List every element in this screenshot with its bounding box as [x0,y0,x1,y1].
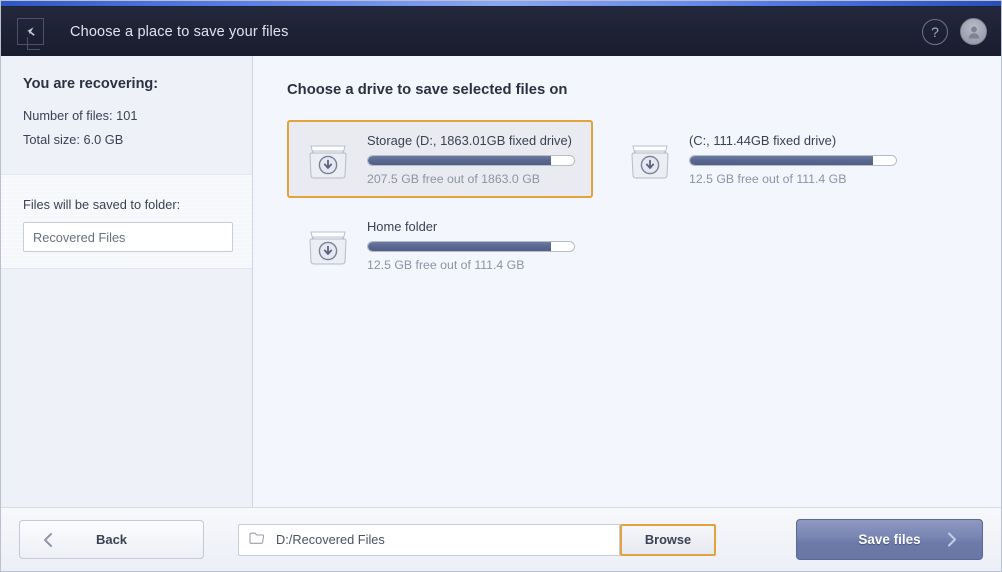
drive-card-storage-d[interactable]: Storage (D:, 1863.01GB fixed drive) 207.… [287,120,593,198]
folder-label: Files will be saved to folder: [23,197,181,212]
destination-folder-section: Files will be saved to folder: Recovered… [1,175,252,269]
drive-box-download-icon [299,130,357,188]
chevron-right-icon [945,531,958,548]
drive-info: (C:, 111.44GB fixed drive) 12.5 GB free … [679,133,903,186]
save-files-button[interactable]: Save files [796,519,983,560]
drive-section-title: Choose a drive to save selected files on [287,82,568,98]
drive-box-download-icon [621,130,679,188]
drive-usage-bar [689,154,897,166]
drive-usage-fill [690,155,874,165]
content-area: You are recovering: Number of files: 101… [1,56,1001,507]
back-button-label: Back [95,532,128,547]
drive-box-download-icon [299,216,357,274]
path-row: D:/Recovered Files Browse [238,523,752,556]
drive-card-c[interactable]: (C:, 111.44GB fixed drive) 12.5 GB free … [609,120,915,198]
header-actions: ? [922,18,987,45]
back-arrow-icon[interactable] [17,18,44,50]
page-title: Choose a place to save your files [70,23,289,40]
drive-usage-fill [368,241,552,251]
help-icon[interactable]: ? [922,18,948,45]
drive-selection-panel: Choose a drive to save selected files on [253,56,1001,507]
drive-list: Storage (D:, 1863.01GB fixed drive) 207.… [287,120,979,284]
drive-name: (C:, 111.44GB fixed drive) [689,132,837,148]
drive-free-space: 12.5 GB free out of 111.4 GB [367,257,525,272]
drive-card-home-folder[interactable]: Home folder 12.5 GB free out of 111.4 GB [287,206,593,284]
drive-usage-fill [368,155,552,165]
title-bar: Choose a place to save your files ? [1,7,1001,56]
folder-icon [249,531,266,548]
drive-name: Storage (D:, 1863.01GB fixed drive) [367,132,572,148]
sidebar: You are recovering: Number of files: 101… [1,56,253,507]
drive-info: Home folder 12.5 GB free out of 111.4 GB [357,219,581,272]
folder-name-input[interactable]: Recovered Files [23,222,233,252]
drive-usage-bar [367,240,575,252]
user-avatar-icon[interactable] [960,18,987,45]
application-window: Choose a place to save your files ? You … [0,0,1002,572]
save-path-input[interactable]: D:/Recovered Files [238,523,620,556]
sidebar-filler [1,269,252,507]
sidebar-heading: You are recovering: [23,76,159,92]
footer-toolbar: Back D:/Recovered Files Browse Save file… [1,507,1001,571]
chevron-left-icon [42,532,54,548]
save-files-label: Save files [858,532,921,547]
browse-button[interactable]: Browse [620,523,716,556]
drive-info: Storage (D:, 1863.01GB fixed drive) 207.… [357,133,581,186]
files-count-text: Number of files: 101 [23,108,138,123]
drive-name: Home folder [367,218,438,234]
drive-free-space: 12.5 GB free out of 111.4 GB [689,171,847,186]
back-button[interactable]: Back [19,520,204,559]
total-size-text: Total size: 6.0 GB [23,132,124,147]
drive-free-space: 207.5 GB free out of 1863.0 GB [367,171,540,186]
save-path-value: D:/Recovered Files [276,532,385,547]
drive-usage-bar [367,154,575,166]
recovery-summary: You are recovering: Number of files: 101… [1,56,252,175]
